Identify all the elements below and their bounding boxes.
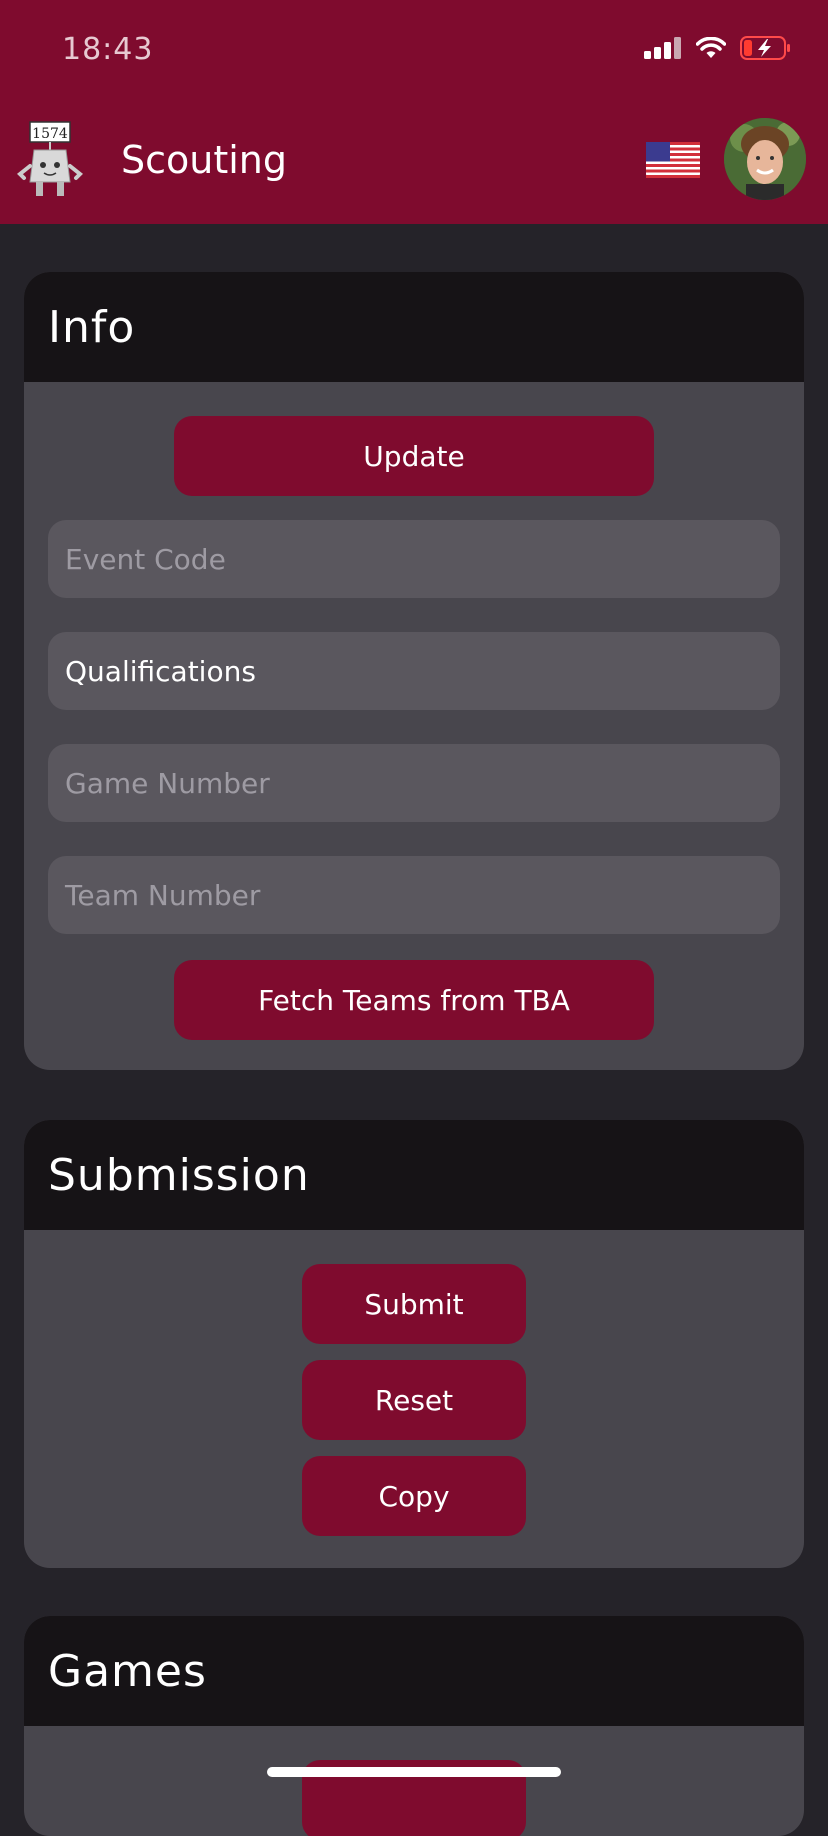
update-button[interactable]: Update (174, 416, 654, 496)
match-type-select[interactable]: Qualifications (48, 632, 780, 710)
status-time: 18:43 (62, 32, 154, 67)
us-flag-icon[interactable] (646, 142, 700, 178)
app-title: Scouting (121, 138, 288, 182)
games-card: Games (24, 1616, 804, 1836)
team-logo-icon: 1574 (17, 121, 83, 196)
info-title: Info (48, 301, 136, 353)
app-header: 1574 Scouting (0, 100, 828, 224)
wifi-icon (696, 37, 726, 58)
svg-text:1574: 1574 (32, 126, 68, 142)
home-indicator[interactable] (267, 1767, 561, 1777)
signal-icon (644, 37, 681, 59)
team-number-placeholder: Team Number (65, 878, 261, 912)
match-type-value: Qualifications (65, 654, 256, 688)
submission-card: Submission Submit Reset Copy (24, 1120, 804, 1568)
user-avatar[interactable] (724, 118, 806, 200)
event-code-placeholder: Event Code (65, 542, 226, 576)
fetch-teams-button[interactable]: Fetch Teams from TBA (174, 960, 654, 1040)
info-card-header: Info (24, 272, 804, 382)
info-card: Info Update Event Code Qualifications Ga… (24, 272, 804, 1070)
team-number-input[interactable]: Team Number (48, 856, 780, 934)
games-card-header: Games (24, 1616, 804, 1726)
game-number-placeholder: Game Number (65, 766, 270, 800)
game-number-input[interactable]: Game Number (48, 744, 780, 822)
reset-button[interactable]: Reset (302, 1360, 526, 1440)
status-icons (644, 36, 792, 60)
status-bar: 18:43 (0, 0, 828, 100)
submission-title: Submission (48, 1149, 310, 1201)
event-code-input[interactable]: Event Code (48, 520, 780, 598)
submit-button[interactable]: Submit (302, 1264, 526, 1344)
battery-low-charging-icon (740, 36, 790, 60)
copy-button[interactable]: Copy (302, 1456, 526, 1536)
submission-card-header: Submission (24, 1120, 804, 1230)
games-title: Games (48, 1645, 207, 1697)
